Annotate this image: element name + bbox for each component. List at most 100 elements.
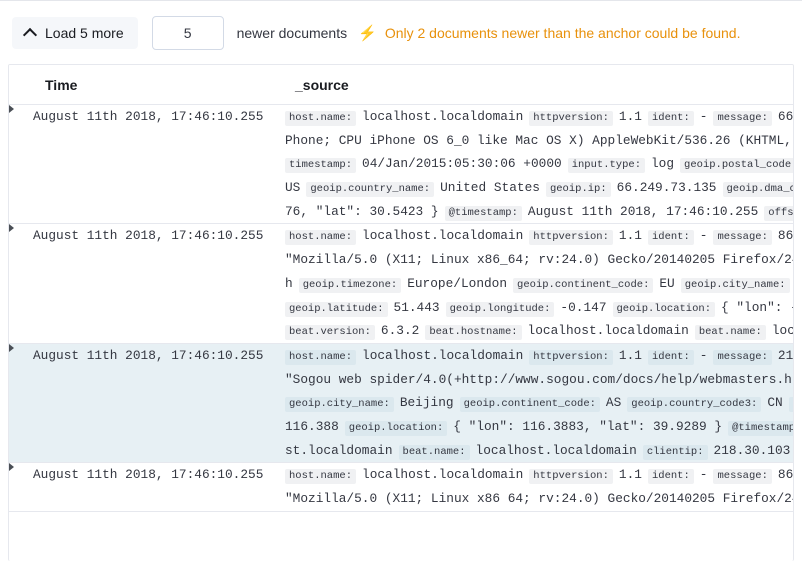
field-value: Beijing [399,395,454,411]
caret-right-icon[interactable] [9,343,14,352]
field-value: - [699,109,708,124]
field-value: localhost.localdomain [362,109,524,124]
source-line: h geoip.timezone: Europe/London geoip.conti… [285,272,793,296]
field-name: ident: [647,111,694,126]
source-line: geoip.latitude: 51.443 geoip.longitude: -0.… [285,296,793,320]
column-header-source[interactable]: _source [285,65,793,105]
newer-documents-label: newer documents [236,24,348,41]
field-name: geoip.continent_code: [459,397,600,413]
field-name: httpversion: [529,230,613,246]
field-name: httpversion: [529,349,613,365]
source-line: host.name: localhost.localdomain httpversi… [285,344,794,368]
load-more-button-label: Load 5 more [45,24,124,41]
field-value: August 11th 2018, 17:46:10.255 [527,203,759,219]
field-name: geoip.country_code3: [627,397,762,413]
field-name: geoip.continent_code: [513,277,654,293]
field-value: United States [440,180,540,196]
field-name: input.type: [567,158,645,174]
field-value: "Sogou web spider/4.0(+http://www.sogou.… [285,371,794,387]
source-line: host.name: localhost.localdomain httpversi… [285,463,794,487]
field-name: geoip.city_name: [680,277,790,293]
field-value: "Mozilla/5.0 (X11; Linux x86 64; rv:24.0… [285,491,794,506]
load-newer-toolbar: Load 5 more newer documents ⚡ Only 2 doc… [0,1,802,64]
cell-source: host.name: localhost.localdomain httpversi… [285,462,794,512]
table-row[interactable]: August 11th 2018, 17:46:10.255 host.name:… [9,343,794,464]
expand-row-cell[interactable] [9,223,33,344]
table-row[interactable]: August 11th 2018, 17:46:10.255 host.name:… [9,223,794,344]
field-name: timestamp: [285,158,357,174]
field-value: - [699,228,708,244]
field-value: Phone; CPU iPhone OS 6_0 like Mac OS X) … [285,132,794,148]
field-value: 1.1 [618,347,642,363]
field-value: 86.1.7 [777,467,794,483]
documents-table: Time _source August 11th 2018, 17:46:10.… [9,65,794,512]
field-value: 86.1.7 [777,228,794,244]
field-value: EU [659,275,675,291]
field-value: "Mozilla/5.0 (X11; Linux x86_64; rv:24.0… [285,252,794,268]
field-name: ident: [647,469,694,485]
field-name: @timestamp: [444,205,522,221]
field-value: - [699,347,708,363]
caret-right-icon[interactable] [9,224,14,233]
bolt-icon: ⚡ [358,25,377,42]
cell-source: host.name: localhost.localdomain httpversi… [285,343,794,464]
field-name: @timestamp: [728,420,793,436]
field-value: h [285,275,293,291]
field-value: Europe/London [407,275,508,291]
source-line: 76, "lat": 30.5423 } @timestamp: August 11… [285,200,793,223]
column-header-time[interactable]: Time [33,65,285,105]
field-name: host.name: [285,469,357,485]
field-value: log [651,156,675,172]
field-name: geoip.dma_code: [722,182,793,198]
field-name: beat.name: [694,325,766,341]
source-line: host.name: localhost.localdomain httpversi… [285,224,794,248]
field-name: beat.name: [398,444,470,460]
table-head: Time _source [9,65,793,105]
source-line: st.localdomain beat.name: localhost.locald… [285,439,793,462]
field-name: host.name: [285,349,357,365]
table-row[interactable]: August 11th 2018, 17:46:10.255 host.name:… [9,462,794,512]
table-row[interactable]: August 11th 2018, 17:46:10.255 host.name:… [9,104,794,225]
field-value: localhost.localdomain [527,323,689,339]
field-value: 66.249 [777,109,794,124]
source-line: host.name: localhost.localdomain httpversi… [285,105,794,129]
expand-row-cell[interactable] [9,462,33,512]
field-value: 218.30.103.62 [713,442,793,458]
source-line: timestamp: 04/Jan/2015:05:30:06 +0000 inpu… [285,152,793,176]
field-value: US [285,180,301,196]
field-name: geoip [788,397,793,413]
field-value: 66.249.73.135 [616,180,717,196]
caret-right-icon[interactable] [9,105,14,113]
field-value: 1.1 [618,467,642,483]
field-name: message: [713,349,772,365]
cell-time: August 11th 2018, 17:46:10.255 [33,462,285,512]
field-value: 04/Jan/2015:05:30:06 +0000 [362,156,562,172]
source-line: US geoip.country_name: United States geoip.… [285,176,793,200]
warning-message: Only 2 documents newer than the anchor c… [384,24,741,41]
cell-source: host.name: localhost.localdomain httpversi… [285,104,794,225]
cell-time: August 11th 2018, 17:46:10.255 [33,104,285,225]
field-name: httpversion: [529,469,613,485]
expand-row-cell[interactable] [9,104,33,225]
cell-time: August 11th 2018, 17:46:10.255 [33,343,285,464]
field-value: { "lon": 116.3883, "lat": 39.9289 } [453,418,723,434]
table-body: August 11th 2018, 17:46:10.255 host.name:… [9,104,794,512]
field-value: AS [605,395,622,411]
field-value: 51.443 [393,299,440,315]
documents-table-container[interactable]: Time _source August 11th 2018, 17:46:10.… [8,64,794,561]
field-name: geoip.longitude: [445,301,555,317]
field-value: 76, "lat": 30.5423 } [285,203,439,219]
field-name: geoip.latitude: [285,301,388,317]
field-value: CN [767,395,783,411]
field-value: 218.30 [777,347,794,363]
newer-documents-count-input[interactable] [151,15,224,50]
field-name: beat.version: [285,325,375,341]
field-name: geoip.city_name: [285,397,394,413]
source-line: "Mozilla/5.0 (X11; Linux x86_64; rv:24.0… [285,248,794,272]
field-name: ident: [647,230,694,246]
field-name: geoip.timezone: [298,277,402,293]
caret-right-icon[interactable] [9,463,14,472]
field-value: localhost.localdomain [362,467,524,483]
load-more-newer-button[interactable]: Load 5 more [12,16,138,49]
expand-row-cell[interactable] [9,343,33,464]
